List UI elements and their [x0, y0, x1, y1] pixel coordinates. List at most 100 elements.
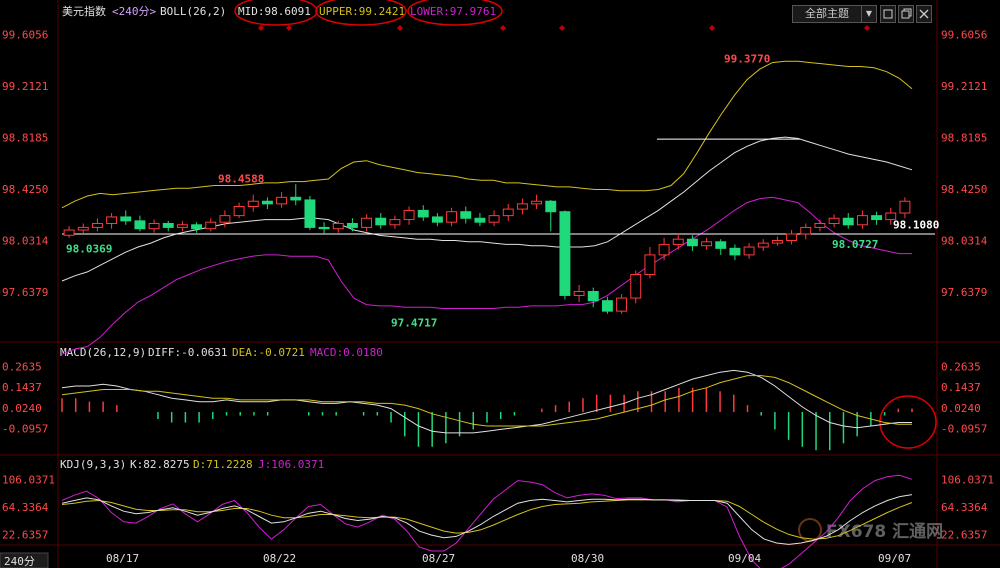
candle-up [488, 215, 500, 223]
macd-panel [61, 369, 913, 451]
x-axis-label: 08/30 [571, 552, 604, 565]
period-badge-label: 240分 [4, 555, 35, 568]
candle-up [630, 274, 642, 299]
mid-band-line [61, 136, 913, 282]
candle-down [474, 217, 486, 223]
candle-up [361, 217, 373, 228]
x-axis-label: 09/04 [728, 552, 761, 565]
candle-down [842, 217, 854, 226]
candle-up [658, 243, 670, 256]
candle-up [247, 200, 259, 207]
candle-down [304, 199, 316, 228]
event-markers [258, 25, 870, 31]
lower-band-line [61, 196, 912, 355]
candle-up [403, 209, 415, 221]
candle-up [856, 215, 868, 226]
candle-down [134, 220, 146, 230]
candle-down [191, 224, 203, 230]
candle-up [205, 221, 217, 230]
price-tick-right: 97.6379 [941, 286, 987, 299]
candle-down [261, 200, 273, 205]
window-restore-icon[interactable] [898, 5, 914, 23]
candle-up [148, 222, 160, 230]
candle-up [757, 242, 769, 248]
kdj-header: KDJ(9,3,3) K:82.8275 D:71.2228 J:106.037… [60, 458, 324, 471]
price-label: 97.4717 [391, 317, 437, 330]
x-axis-label: 08/17 [106, 552, 139, 565]
price-tick-left: 98.4250 [2, 183, 48, 196]
candle-up [91, 222, 103, 228]
kdj-tick-right: 64.3364 [941, 501, 988, 514]
kdj-tick-left: 106.0371 [2, 473, 55, 486]
instrument-label: 美元指数 [62, 4, 106, 18]
macd-dea: DEA:-0.0721 [232, 346, 305, 359]
candle-up [446, 211, 458, 223]
candle-down [545, 200, 557, 213]
theme-dropdown-arrow-icon[interactable]: ▼ [861, 5, 877, 23]
candle-up [233, 205, 245, 217]
price-tick-right: 98.0314 [941, 234, 988, 247]
candle-up [672, 238, 684, 245]
window-tile-icon[interactable] [880, 5, 896, 23]
upper-band-line [61, 60, 913, 209]
candle-up [516, 203, 528, 210]
macd-tick-left: 0.0240 [2, 402, 42, 415]
candle-down [431, 216, 443, 223]
x-axis-label: 08/27 [422, 552, 455, 565]
macd-tick-left: -0.0957 [2, 423, 48, 436]
period-badge[interactable]: 240分 [0, 552, 49, 568]
price-tick-right: 98.4250 [941, 183, 987, 196]
candle-down [601, 300, 613, 312]
price-label: 99.3770 [724, 52, 770, 65]
axes: 99.6056 99.6056 99.2121 99.2121 98.8185 98.81… [2, 28, 994, 565]
price-tick-right: 99.2121 [941, 80, 987, 93]
kdj-tick-left: 64.3364 [2, 501, 49, 514]
price-tick-right: 98.8185 [941, 131, 987, 144]
close-icon[interactable] [916, 5, 932, 23]
theme-select-button[interactable]: 全部主题 [792, 5, 862, 23]
candle-up [176, 224, 188, 228]
close-glyph [919, 9, 929, 19]
upper-value: UPPER:99.2421 [319, 5, 405, 18]
candle-up [644, 254, 656, 276]
kdj-d: D:71.2228 [193, 458, 253, 471]
kdj-tick-right: 106.0371 [941, 473, 994, 486]
candle-up [502, 208, 514, 217]
macd-name: MACD(26,12,9) [60, 346, 146, 359]
candle-down [729, 247, 741, 256]
price-tick-left: 98.8185 [2, 131, 48, 144]
price-panel: 98.0369 98.4588 97.4717 99.3770 98.0727 98.10… [61, 52, 939, 355]
candle-up [531, 200, 543, 205]
kdj-panel [61, 474, 913, 568]
candle-down [460, 211, 472, 219]
kdj-tick-left: 22.6357 [2, 529, 48, 542]
mid-value: MID:98.6091 [238, 5, 311, 18]
candle-up [219, 215, 231, 223]
candle-up [573, 291, 585, 296]
macd-tick-left: 0.2635 [2, 360, 42, 373]
candle-down [417, 209, 429, 218]
theme-dropdown-glyph: ▼ [865, 9, 873, 18]
price-label: 98.4588 [218, 172, 264, 185]
candle-up [814, 222, 826, 228]
x-axis-label: 08/22 [263, 552, 296, 565]
kdj-k: K:82.8275 [130, 458, 190, 471]
restore-glyph [901, 8, 912, 19]
candle-up [786, 233, 798, 241]
lower-value: LOWER:97.9761 [410, 5, 496, 18]
price-label: 98.1080 [893, 218, 939, 231]
macd-tick-right: -0.0957 [941, 423, 987, 436]
candle-down [587, 291, 599, 302]
price-tick-left: 99.6056 [2, 28, 48, 41]
candle-up [276, 196, 288, 205]
candle-up [389, 219, 401, 226]
candle-down [318, 226, 330, 230]
price-label: 98.0369 [66, 243, 112, 256]
price-tick-left: 97.6379 [2, 286, 48, 299]
main-header: 美元指数 <240分> BOLL(26,2) MID:98.6091 UPPER… [62, 4, 496, 18]
x-axis-label: 09/07 [878, 552, 911, 565]
candle-down [290, 196, 302, 201]
macd-header: MACD(26,12,9) DIFF:-0.0631 DEA:-0.0721 M… [60, 346, 383, 359]
j-line [61, 474, 913, 568]
macd-hist: MACD:0.0180 [310, 346, 383, 359]
